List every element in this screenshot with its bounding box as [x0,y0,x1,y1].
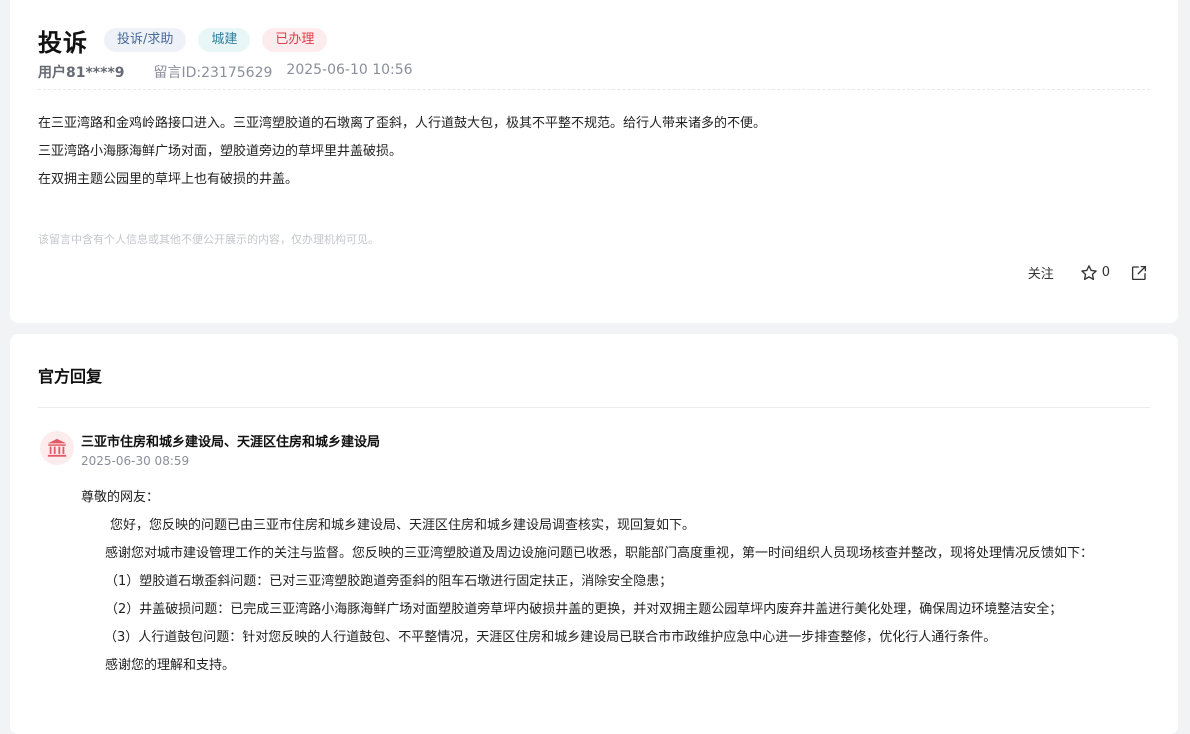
tag-category: 投诉/求助 [104,28,187,52]
reply-line: （2）井盖破损问题：已完成三亚湾路小海豚海鲜广场对面塑胶道旁草坪内破损井盖的更换… [105,602,1063,617]
divider [38,89,1150,90]
tag-domain: 城建 [198,28,251,52]
content-line: 在三亚湾路和金鸡岭路接口进入。三亚湾塑胶道的石墩离了歪斜，人行道鼓大包，极其不平… [38,116,767,131]
share-button[interactable] [1130,264,1148,282]
complaint-card: 投诉 投诉/求助 城建 已办理 用户81****9 留言ID:23175629 … [10,0,1178,323]
page-title: 投诉 [38,28,88,57]
star-count: 0 [1101,265,1110,280]
official-reply-card: 官方回复 三亚市住房和城乡建设局、天涯区住房和城乡建设局 2025-06-30 … [10,334,1178,734]
reply-line: （1）塑胶道石墩歪斜问题：已对三亚湾塑胶跑道旁歪斜的阻车石墩进行固定扶正，消除安… [105,574,673,589]
reply-body: 尊敬的网友： 您好，您反映的问题已由三亚市住房和城乡建设局、天涯区住房和城乡建设… [81,484,1153,680]
message-id: 留言ID:23175629 [153,65,273,81]
divider [38,407,1150,408]
title-row: 投诉 投诉/求助 城建 已办理 [38,20,339,60]
reply-line: （3）人行道鼓包问题：针对您反映的人行道鼓包、不平整情况，天涯区住房和城乡建设局… [104,630,997,645]
content-line: 三亚湾路小海豚海鲜广场对面，塑胶道旁边的草坪里井盖破损。 [38,144,403,159]
reply-datetime: 2025-06-30 08:59 [81,454,190,468]
meta-row: 用户81****9 留言ID:23175629 2025-06-10 10:56 [38,62,413,82]
user-name: 用户81****9 [38,65,125,81]
reply-line: 尊敬的网友： [81,490,160,505]
star-outline-icon [1080,264,1097,280]
complaint-content: 在三亚湾路和金鸡岭路接口进入。三亚湾塑胶道的石墩离了歪斜，人行道鼓大包，极其不平… [38,110,766,194]
content-line: 在双拥主题公园里的草坪上也有破损的井盖。 [38,172,299,187]
reply-line: 感谢您对城市建设管理工作的关注与监督。您反映的三亚湾塑胶道及周边设施问题已收悉，… [105,546,1094,561]
department-avatar [40,431,74,465]
government-building-icon [47,438,67,457]
follow-button[interactable]: 关注 [1028,263,1054,282]
post-datetime: 2025-06-10 10:56 [286,62,413,78]
reply-line: 感谢您的理解和支持。 [105,658,236,673]
star-button[interactable]: 0 [1080,264,1110,282]
status-badge: 已办理 [262,28,328,52]
reply-section-title: 官方回复 [38,367,103,386]
share-icon [1131,265,1147,280]
department-name: 三亚市住房和城乡建设局、天涯区住房和城乡建设局 [81,435,381,450]
privacy-notice: 该留言中含有个人信息或其他不便公开展示的内容，仅办理机构可见。 [38,233,379,246]
action-bar: 关注 0 [1028,263,1148,282]
reply-line: 您好，您反映的问题已由三亚市住房和城乡建设局、天涯区住房和城乡建设局调查核实，现… [110,518,696,533]
